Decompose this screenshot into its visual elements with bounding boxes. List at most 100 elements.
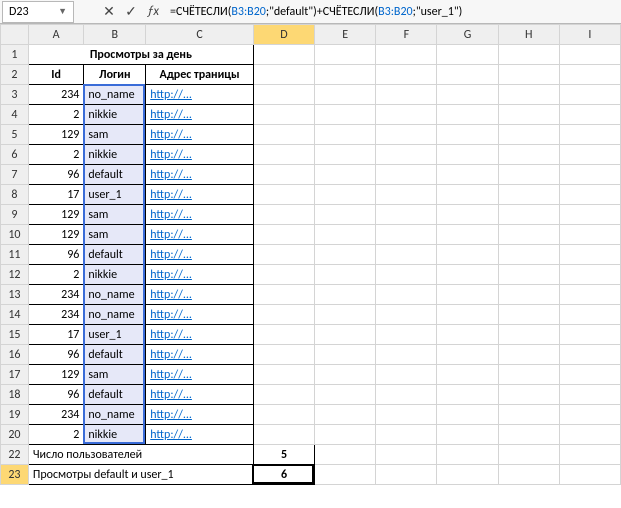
- cell[interactable]: [559, 285, 620, 305]
- cell[interactable]: [253, 245, 314, 265]
- cell[interactable]: [559, 45, 620, 65]
- cell-url[interactable]: http://...: [146, 165, 254, 185]
- col-header-H[interactable]: H: [498, 25, 559, 45]
- row-header-7[interactable]: 7: [1, 165, 29, 185]
- cell[interactable]: [315, 245, 376, 265]
- cell-id[interactable]: 129: [28, 365, 83, 385]
- cell[interactable]: [437, 85, 498, 105]
- cell[interactable]: [437, 145, 498, 165]
- cell[interactable]: [315, 345, 376, 365]
- row-header-3[interactable]: 3: [1, 85, 29, 105]
- cell[interactable]: [498, 65, 559, 85]
- cell[interactable]: [498, 85, 559, 105]
- cell[interactable]: [498, 405, 559, 425]
- cell[interactable]: [376, 445, 437, 465]
- cell[interactable]: [376, 225, 437, 245]
- summary-views-label[interactable]: Просмотры default и user_1: [28, 465, 253, 485]
- link[interactable]: http://...: [150, 248, 192, 262]
- cell[interactable]: [559, 245, 620, 265]
- cell[interactable]: [437, 45, 498, 65]
- cell[interactable]: [559, 465, 620, 485]
- cell[interactable]: [498, 325, 559, 345]
- cell[interactable]: [437, 285, 498, 305]
- cell[interactable]: [253, 345, 314, 365]
- cell[interactable]: [376, 145, 437, 165]
- cell-id[interactable]: 129: [28, 125, 83, 145]
- row-header-1[interactable]: 1: [1, 45, 29, 65]
- cell[interactable]: [437, 185, 498, 205]
- link[interactable]: http://...: [150, 308, 192, 322]
- row-header-2[interactable]: 2: [1, 65, 29, 85]
- link[interactable]: http://...: [150, 428, 192, 442]
- link[interactable]: http://...: [150, 408, 192, 422]
- cell[interactable]: [376, 205, 437, 225]
- row-header-18[interactable]: 18: [1, 385, 29, 405]
- cell-id[interactable]: 2: [28, 105, 83, 125]
- cell-url[interactable]: http://...: [146, 245, 254, 265]
- link[interactable]: http://...: [150, 108, 192, 122]
- cell-login[interactable]: no_name: [84, 285, 146, 305]
- cell[interactable]: [559, 265, 620, 285]
- col-header-B[interactable]: B: [84, 25, 146, 45]
- cell[interactable]: [253, 145, 314, 165]
- link[interactable]: http://...: [150, 168, 192, 182]
- row-header-5[interactable]: 5: [1, 125, 29, 145]
- cell-url[interactable]: http://...: [146, 265, 254, 285]
- link[interactable]: http://...: [150, 228, 192, 242]
- cell[interactable]: [253, 385, 314, 405]
- cell-id[interactable]: 96: [28, 345, 83, 365]
- cell-login[interactable]: default: [84, 345, 146, 365]
- row-header-19[interactable]: 19: [1, 405, 29, 425]
- cell-login[interactable]: default: [84, 245, 146, 265]
- cell[interactable]: [376, 265, 437, 285]
- cell[interactable]: [559, 205, 620, 225]
- cell[interactable]: [437, 125, 498, 145]
- cell[interactable]: [559, 365, 620, 385]
- cell[interactable]: [253, 65, 314, 85]
- cell[interactable]: [253, 165, 314, 185]
- cell[interactable]: [376, 105, 437, 125]
- cell[interactable]: [253, 365, 314, 385]
- title-cell[interactable]: Просмотры за день: [28, 45, 253, 65]
- row-header-17[interactable]: 17: [1, 365, 29, 385]
- cell[interactable]: [253, 405, 314, 425]
- cell-url[interactable]: http://...: [146, 205, 254, 225]
- header-addr[interactable]: Адрес траницы: [146, 65, 254, 85]
- cell[interactable]: [498, 225, 559, 245]
- cell[interactable]: [376, 325, 437, 345]
- cell[interactable]: [376, 125, 437, 145]
- cell-id[interactable]: 96: [28, 385, 83, 405]
- cell-url[interactable]: http://...: [146, 305, 254, 325]
- cell-url[interactable]: http://...: [146, 405, 254, 425]
- cell[interactable]: [315, 205, 376, 225]
- cell[interactable]: [437, 225, 498, 245]
- cell[interactable]: [559, 85, 620, 105]
- cell[interactable]: [253, 45, 314, 65]
- cell-url[interactable]: http://...: [146, 325, 254, 345]
- cell[interactable]: [376, 465, 437, 485]
- summary-users-label[interactable]: Число пользователей: [28, 445, 253, 465]
- col-header-A[interactable]: A: [28, 25, 83, 45]
- cell[interactable]: [498, 205, 559, 225]
- cell[interactable]: [315, 385, 376, 405]
- cell[interactable]: [253, 125, 314, 145]
- accept-icon[interactable]: ✓: [120, 3, 142, 20]
- cell[interactable]: [559, 405, 620, 425]
- cell[interactable]: [559, 165, 620, 185]
- cell[interactable]: [437, 265, 498, 285]
- cell-id[interactable]: 96: [28, 165, 83, 185]
- cell[interactable]: [376, 165, 437, 185]
- cell-login[interactable]: user_1: [84, 185, 146, 205]
- cell[interactable]: [376, 365, 437, 385]
- cell[interactable]: [315, 105, 376, 125]
- cell-url[interactable]: http://...: [146, 425, 254, 445]
- cell[interactable]: [315, 405, 376, 425]
- cell[interactable]: [376, 45, 437, 65]
- cell-url[interactable]: http://...: [146, 85, 254, 105]
- cell[interactable]: [437, 405, 498, 425]
- cell-id[interactable]: 234: [28, 405, 83, 425]
- row-header-22[interactable]: 22: [1, 445, 29, 465]
- cell-url[interactable]: http://...: [146, 225, 254, 245]
- cell[interactable]: [253, 305, 314, 325]
- cell[interactable]: [315, 445, 376, 465]
